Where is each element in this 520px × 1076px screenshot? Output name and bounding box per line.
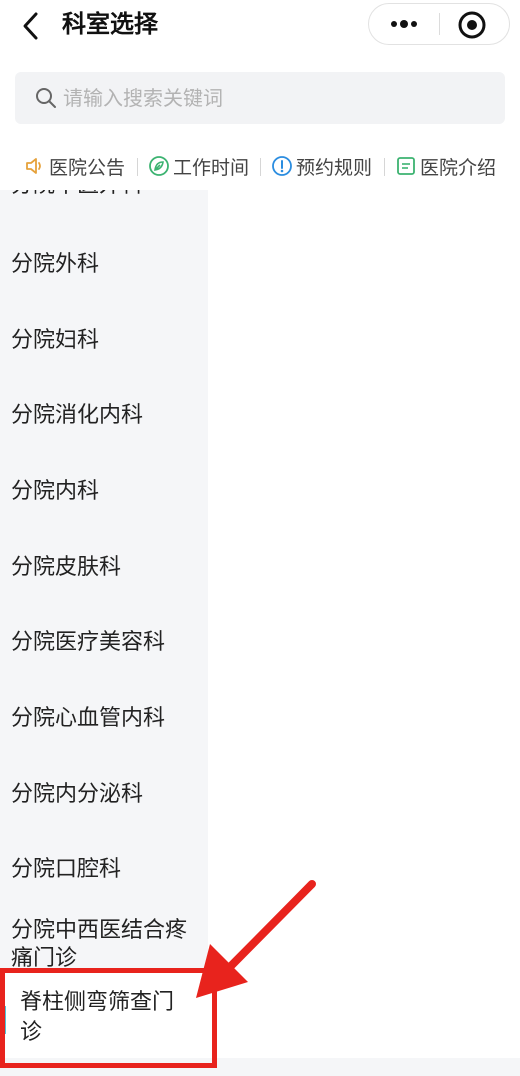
- tab-label: 医院公告: [49, 156, 126, 179]
- department-item[interactable]: 分院消化内科: [0, 389, 208, 445]
- top-nav-bar: 科室选择: [0, 0, 520, 56]
- tab-hospital-notice[interactable]: 医院公告: [24, 150, 125, 182]
- selected-indicator: [0, 1006, 6, 1034]
- department-item[interactable]: 分院内科: [0, 465, 208, 521]
- tab-booking-rules[interactable]: 预约规则: [271, 150, 372, 182]
- speaker-icon: [26, 158, 41, 174]
- tab-hospital-intro[interactable]: 医院介绍: [395, 150, 496, 182]
- tab-label: 工作时间: [173, 156, 250, 179]
- search-icon: [36, 88, 56, 108]
- tab-work-hours[interactable]: 工作时间: [148, 150, 249, 182]
- department-item[interactable]: 分院医疗美容科: [0, 616, 208, 672]
- department-sidebar[interactable]: 分院中医外科 分院外科 分院妇科 分院消化内科 分院内科 分院皮肤科 分院医疗美…: [0, 190, 208, 1060]
- department-item[interactable]: 分院心血管内科: [0, 692, 208, 748]
- info-tabs: 医院公告 工作时间 预约规则 医院介绍: [0, 150, 520, 182]
- tab-label: 预约规则: [296, 156, 373, 179]
- target-circle-icon[interactable]: [457, 10, 487, 40]
- chevron-left-icon[interactable]: [14, 8, 50, 44]
- more-dots-icon[interactable]: [387, 12, 421, 36]
- department-item-selected[interactable]: 脊柱侧弯筛查门诊: [0, 970, 208, 1060]
- tab-divider: [384, 158, 385, 176]
- department-item[interactable]: 分院中西医结合疼痛门诊: [0, 917, 208, 973]
- search-placeholder: 请输入搜索关键词: [63, 86, 223, 110]
- document-icon: [397, 157, 415, 175]
- bottom-strip: [0, 1058, 520, 1076]
- tab-divider: [137, 158, 138, 176]
- department-item[interactable]: 分院口腔科: [0, 843, 208, 899]
- selected-department-label: 脊柱侧弯筛查门诊: [20, 990, 175, 1045]
- search-bar[interactable]: 请输入搜索关键词: [15, 72, 505, 124]
- info-icon: [272, 156, 292, 176]
- tab-label: 医院介绍: [420, 156, 497, 179]
- page-title: 科室选择: [62, 10, 158, 38]
- department-item[interactable]: 分院外科: [0, 238, 208, 294]
- department-item[interactable]: 分院内分泌科: [0, 768, 208, 824]
- tab-divider: [260, 158, 261, 176]
- department-item[interactable]: 分院妇科: [0, 314, 208, 370]
- leaf-icon: [149, 156, 169, 176]
- department-item[interactable]: 分院皮肤科: [0, 541, 208, 597]
- mini-program-capsule: [368, 3, 510, 45]
- capsule-divider: [439, 13, 440, 35]
